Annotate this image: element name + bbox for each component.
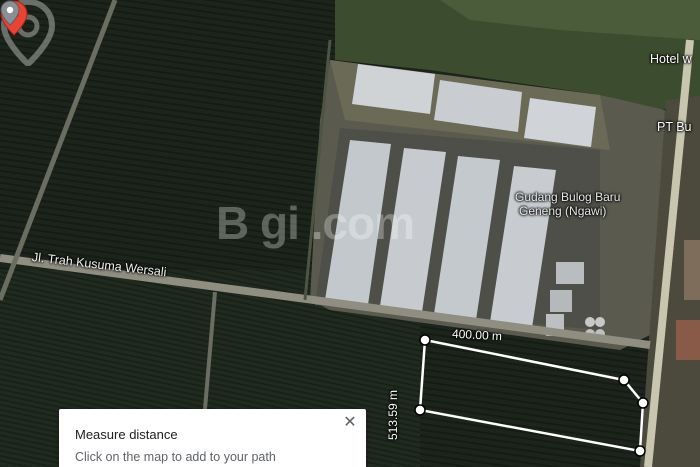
poi-label-line2: Geneng (Ngawi) (519, 204, 607, 218)
poi-pin-icon[interactable] (0, 0, 20, 26)
silo (595, 317, 605, 327)
close-icon[interactable]: ✕ (342, 415, 358, 431)
place-label[interactable]: PT Bu (657, 120, 692, 134)
satellite-map[interactable]: B gi .com Jl. Trah Kusuma Wersali Hotel … (0, 0, 700, 467)
small-building (550, 290, 572, 312)
poi-label-line1: Gudang Bulog Baru (515, 190, 621, 204)
measure-vertex[interactable] (637, 397, 649, 409)
measure-distance-horizontal: 400.00 m (451, 326, 503, 344)
poi-label[interactable]: Gudang Bulog Baru Geneng (Ngawi) (515, 190, 620, 218)
hotel-label[interactable]: Hotel w (650, 52, 692, 66)
measure-vertex[interactable] (618, 374, 630, 386)
measure-vertex[interactable] (634, 445, 646, 457)
roofs (684, 240, 700, 300)
watermark: B gi .com (216, 197, 415, 249)
panel-hint: Click on the map to add to your path (75, 450, 276, 464)
panel-title: Measure distance (75, 427, 178, 442)
roofs (676, 320, 700, 360)
measure-vertex[interactable] (414, 404, 426, 416)
measure-distance-panel: Measure distance Click on the map to add… (59, 409, 366, 467)
silo (585, 317, 595, 327)
measure-vertex[interactable] (419, 334, 431, 346)
small-building (556, 262, 584, 284)
measure-distance-vertical: 513.59 m (386, 389, 400, 440)
